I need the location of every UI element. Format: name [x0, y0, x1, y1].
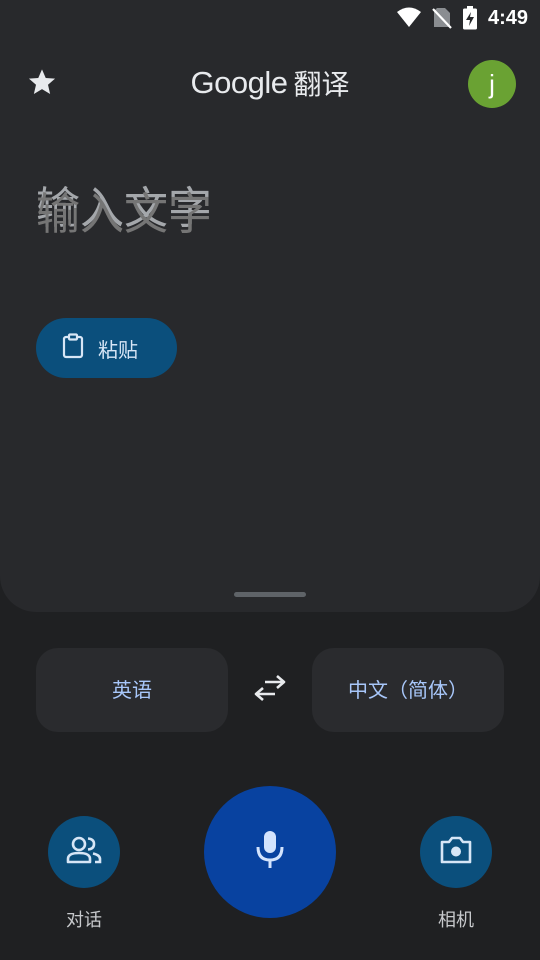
source-text-input[interactable] [36, 178, 504, 248]
conversation-label: 对话 [66, 910, 102, 931]
battery-charging-icon [462, 6, 478, 30]
camera-icon [439, 835, 473, 869]
no-sim-icon [432, 7, 452, 29]
target-language-label: 中文（简体） [348, 678, 468, 702]
status-bar: 4:49 [396, 6, 528, 30]
conversation-button[interactable] [48, 816, 120, 888]
people-icon [66, 835, 102, 869]
brand-name: Google [190, 65, 288, 100]
swap-icon [253, 673, 287, 707]
product-name: 翻译 [293, 68, 350, 101]
voice-input-button[interactable] [204, 786, 336, 918]
paste-button[interactable]: 粘贴 [36, 318, 177, 378]
camera-button[interactable] [420, 816, 492, 888]
account-avatar[interactable]: j [468, 60, 516, 108]
clipboard-icon [62, 333, 84, 363]
paste-label: 粘贴 [98, 337, 138, 362]
app-title: Google 翻译 [0, 60, 540, 106]
mic-icon [254, 829, 286, 875]
source-language-label: 英语 [112, 678, 152, 702]
camera-label: 相机 [438, 910, 474, 931]
target-language-button[interactable]: 中文（简体） [312, 648, 504, 732]
wifi-icon [396, 7, 422, 29]
drag-handle[interactable] [234, 592, 306, 597]
swap-languages-button[interactable] [246, 666, 294, 714]
source-language-button[interactable]: 英语 [36, 648, 228, 732]
status-time: 4:49 [487, 6, 528, 29]
